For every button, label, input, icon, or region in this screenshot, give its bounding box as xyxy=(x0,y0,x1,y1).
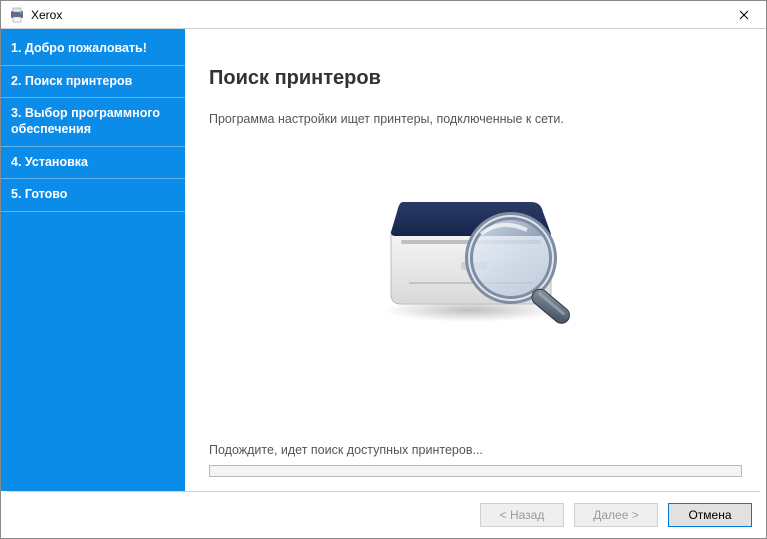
sidebar-step-software: 3. Выбор программного обеспечения xyxy=(1,98,185,146)
wizard-sidebar: 1. Добро пожаловать! 2. Поиск принтеров … xyxy=(1,29,185,491)
close-icon xyxy=(739,10,749,20)
client-area: 1. Добро пожаловать! 2. Поиск принтеров … xyxy=(1,29,766,538)
app-icon xyxy=(9,7,25,23)
page-heading: Поиск принтеров xyxy=(209,67,742,90)
back-button: < Назад xyxy=(480,503,564,527)
window-title: Xerox xyxy=(31,8,722,22)
content-panel: Поиск принтеров Программа настройки ищет… xyxy=(185,29,766,491)
printer-search-illustration xyxy=(209,152,742,352)
next-button: Далее > xyxy=(574,503,658,527)
wait-text: Подождите, идет поиск доступных принтеро… xyxy=(209,443,742,457)
sidebar-step-install: 4. Установка xyxy=(1,147,185,180)
progress-bar xyxy=(209,465,742,477)
cancel-button[interactable]: Отмена xyxy=(668,503,752,527)
title-bar: Xerox xyxy=(1,1,766,29)
page-subheading: Программа настройки ищет принтеры, подкл… xyxy=(209,112,742,126)
sidebar-step-done: 5. Готово xyxy=(1,179,185,212)
sidebar-step-welcome: 1. Добро пожаловать! xyxy=(1,33,185,66)
window-close-button[interactable] xyxy=(722,1,766,29)
main-area: 1. Добро пожаловать! 2. Поиск принтеров … xyxy=(1,29,766,491)
sidebar-step-search: 2. Поиск принтеров xyxy=(1,66,185,99)
button-row: < Назад Далее > Отмена xyxy=(1,492,766,538)
